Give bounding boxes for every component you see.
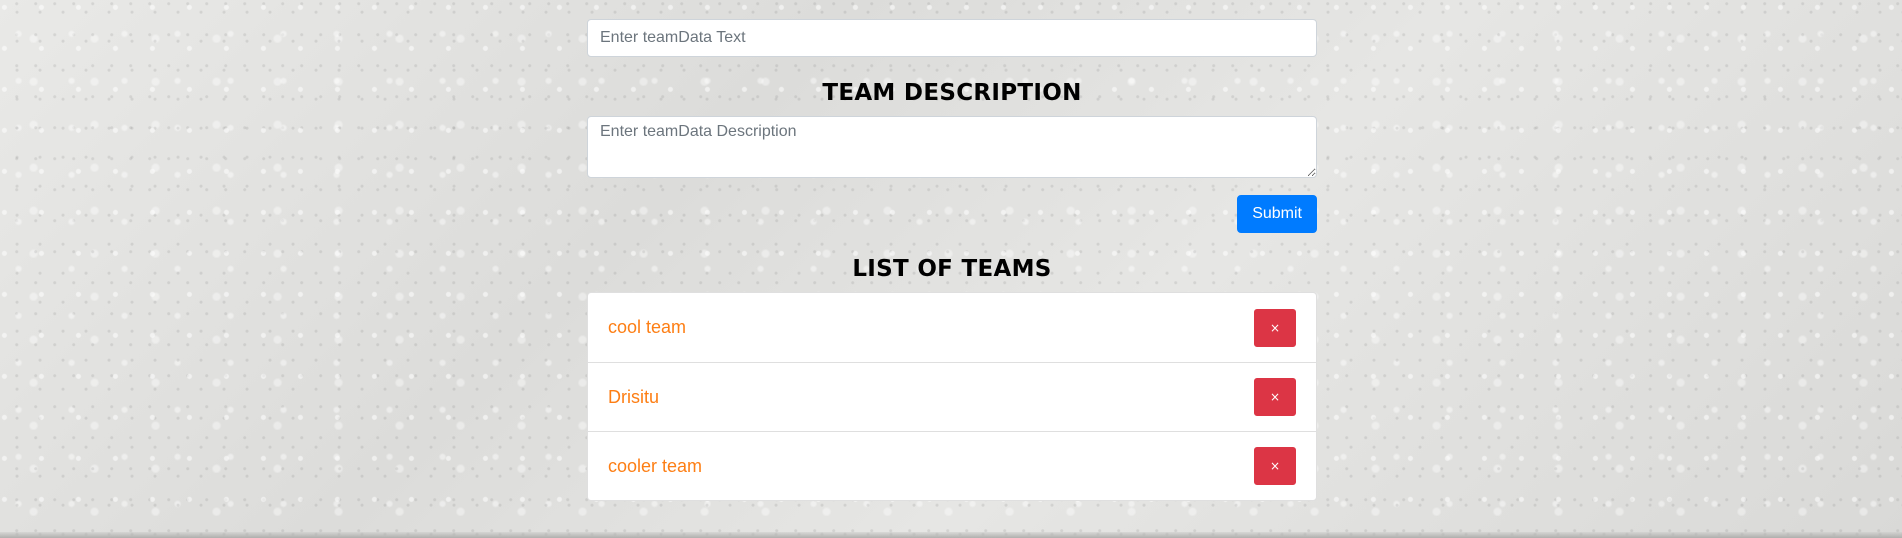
team-description-heading: TEAM DESCRIPTION — [822, 80, 1082, 106]
submit-button[interactable]: Submit — [1237, 195, 1317, 233]
submit-row: Submit — [587, 195, 1317, 233]
team-list: cool team × Drisitu × cooler team × — [587, 292, 1317, 501]
list-item: cool team × — [588, 293, 1316, 362]
team-form-container: TEAM DESCRIPTION Submit LIST OF TEAMS co… — [587, 19, 1317, 501]
list-item: Drisitu × — [588, 362, 1316, 431]
team-name: cool team — [608, 317, 687, 337]
list-item: cooler team × — [588, 431, 1316, 500]
team-text-input[interactable] — [587, 19, 1317, 57]
team-name: cooler team — [608, 455, 703, 476]
team-name: Drisitu — [608, 386, 660, 407]
delete-team-button[interactable]: × — [1254, 308, 1296, 347]
close-icon: × — [1269, 459, 1281, 473]
bottom-edge — [0, 532, 1902, 538]
list-of-teams-heading: LIST OF TEAMS — [852, 256, 1052, 282]
team-description-textarea[interactable] — [587, 116, 1317, 178]
delete-team-button[interactable]: × — [1254, 378, 1296, 416]
close-icon: × — [1269, 320, 1281, 335]
delete-team-button[interactable]: × — [1254, 447, 1296, 485]
close-icon: × — [1269, 390, 1281, 404]
